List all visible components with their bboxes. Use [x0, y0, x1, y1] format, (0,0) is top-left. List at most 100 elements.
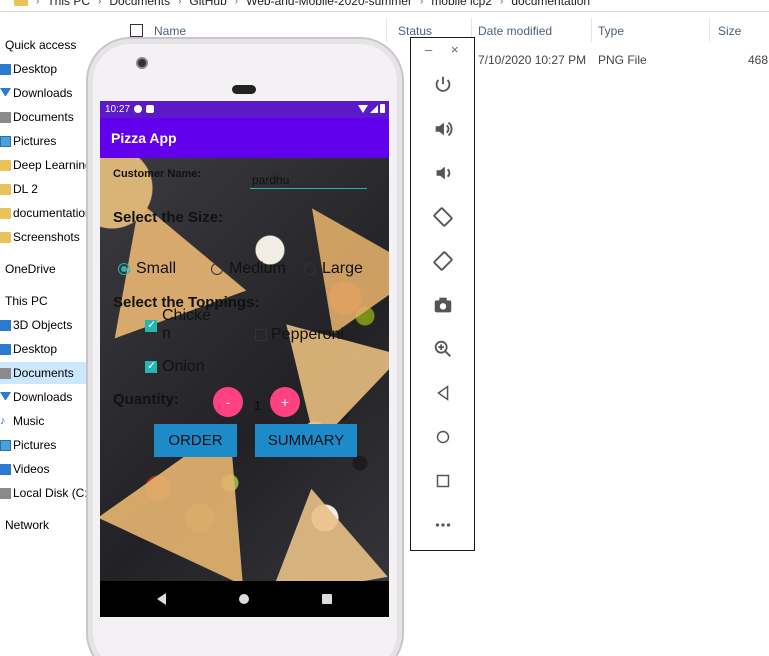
nav-onedrive[interactable]: OneDrive: [0, 258, 86, 280]
column-type[interactable]: Type: [598, 24, 624, 38]
breadcrumb-repo[interactable]: Web-and-Mobile-2020-summer: [246, 0, 412, 8]
explorer-breadcrumb[interactable]: › This PC › Documents › GitHub › Web-and…: [0, 0, 769, 12]
download-icon: [0, 87, 11, 99]
rotate-left-icon: [433, 207, 453, 227]
nav-deep-learning[interactable]: Deep Learning: [0, 154, 86, 176]
nav-dl2[interactable]: DL 2: [0, 178, 86, 200]
zoom-button[interactable]: [429, 335, 457, 363]
file-size: 468: [748, 53, 769, 67]
nav-documents-pc[interactable]: Documents: [0, 362, 86, 384]
customer-name-label: Customer Name:: [113, 168, 202, 180]
increment-button[interactable]: +: [270, 387, 300, 417]
nav-label: Screenshots: [13, 230, 80, 244]
breadcrumb-github[interactable]: GitHub: [189, 0, 226, 8]
column-status[interactable]: Status: [398, 24, 432, 38]
nav-quick-access[interactable]: Quick access: [0, 34, 86, 56]
breadcrumb-this-pc[interactable]: This PC: [47, 0, 90, 8]
column-size[interactable]: Size: [718, 24, 741, 38]
file-type: PNG File: [598, 53, 647, 67]
download-icon: [0, 391, 11, 403]
minimize-button[interactable]: –: [425, 42, 432, 57]
nav-downloads-pc[interactable]: Downloads: [0, 386, 86, 408]
nav-label: 3D Objects: [13, 318, 73, 332]
folder-icon: [0, 207, 11, 219]
nav-videos[interactable]: Videos: [0, 458, 86, 480]
nav-label: Documents: [13, 366, 74, 380]
size-small-radio[interactable]: Small: [118, 260, 176, 278]
nav-desktop[interactable]: Desktop: [0, 58, 86, 80]
order-button[interactable]: ORDER: [154, 424, 237, 457]
breadcrumb-mobile-icp2[interactable]: mobile icp2: [431, 0, 492, 8]
radio-dot: [304, 263, 316, 275]
overview-button[interactable]: [429, 467, 457, 495]
breadcrumb-separator: ›: [98, 0, 102, 7]
disk-icon: [0, 487, 11, 499]
app-title: Pizza App: [111, 130, 177, 146]
pepperoni-label: Pepperoni: [271, 326, 344, 343]
size-large-label: Large: [322, 260, 363, 277]
file-date: 7/10/2020 10:27 PM: [478, 53, 587, 67]
video-icon: [0, 463, 11, 475]
phone-frame: 10:27 Pizza App Customer Name: Select th…: [86, 37, 404, 656]
rotate-right-button[interactable]: [429, 247, 457, 275]
power-button[interactable]: [429, 71, 457, 99]
nav-label: Pictures: [13, 134, 57, 148]
rotate-right-icon: [433, 251, 453, 271]
size-medium-radio[interactable]: Medium: [211, 260, 286, 278]
nav-local-disk[interactable]: Local Disk (C:): [0, 482, 86, 504]
navigation-pane: Quick access Desktop Downloads Documents…: [0, 34, 86, 656]
home-button[interactable]: [429, 423, 457, 451]
nav-label: Quick access: [5, 38, 77, 52]
nav-3d-objects[interactable]: 3D Objects: [0, 314, 86, 336]
screenshot-button[interactable]: [429, 291, 457, 319]
nav-back-icon[interactable]: [157, 593, 166, 605]
nav-network[interactable]: Network: [0, 514, 86, 536]
volume-up-button[interactable]: [429, 115, 457, 143]
customer-name-input[interactable]: [250, 171, 367, 189]
breadcrumb-documentation[interactable]: documentation: [511, 0, 590, 8]
breadcrumb-documents[interactable]: Documents: [109, 0, 170, 8]
nav-documentation[interactable]: documentation: [0, 202, 86, 224]
nav-downloads[interactable]: Downloads: [0, 82, 86, 104]
nav-this-pc[interactable]: This PC: [0, 290, 86, 312]
nav-label: Videos: [13, 462, 50, 476]
music-icon: ♪: [0, 414, 6, 427]
summary-button[interactable]: SUMMARY: [255, 424, 357, 457]
desktop-icon: [0, 63, 11, 75]
nav-home-icon[interactable]: [239, 594, 249, 604]
nav-label: Documents: [13, 110, 74, 124]
nav-pictures-pc[interactable]: Pictures: [0, 434, 86, 456]
close-button[interactable]: ×: [451, 42, 459, 57]
column-date-modified[interactable]: Date modified: [478, 24, 552, 38]
back-button[interactable]: [429, 379, 457, 407]
nav-documents[interactable]: Documents: [0, 106, 86, 128]
select-all-checkbox[interactable]: [130, 24, 143, 37]
size-small-label: Small: [136, 260, 177, 277]
rotate-left-button[interactable]: [429, 203, 457, 231]
nav-label: Downloads: [13, 86, 73, 100]
onion-checkbox[interactable]: [145, 359, 157, 373]
nav-recents-icon[interactable]: [322, 594, 332, 604]
size-large-radio[interactable]: Large: [304, 260, 363, 278]
nav-desktop-pc[interactable]: Desktop: [0, 338, 86, 360]
chicken-checkbox[interactable]: [145, 318, 157, 332]
nav-pictures[interactable]: Pictures: [0, 130, 86, 152]
status-icons: [358, 104, 385, 113]
more-icon: [435, 523, 451, 527]
quantity-value: 1: [254, 398, 262, 413]
pepperoni-checkbox[interactable]: [255, 329, 267, 341]
nav-label: Local Disk (C:): [13, 486, 86, 500]
column-divider[interactable]: [386, 18, 387, 42]
volume-down-button[interactable]: [429, 159, 457, 187]
column-divider[interactable]: [709, 18, 710, 42]
decrement-button[interactable]: -: [213, 387, 243, 417]
size-medium-label: Medium: [229, 260, 286, 277]
nav-music[interactable]: ♪ Music: [0, 410, 86, 432]
column-divider[interactable]: [591, 18, 592, 42]
folder-icon: [0, 183, 11, 195]
nav-label: Pictures: [13, 438, 57, 452]
column-name[interactable]: Name: [154, 24, 186, 38]
nav-screenshots[interactable]: Screenshots: [0, 226, 86, 248]
zoom-icon: [434, 340, 451, 357]
more-button[interactable]: [429, 511, 457, 539]
